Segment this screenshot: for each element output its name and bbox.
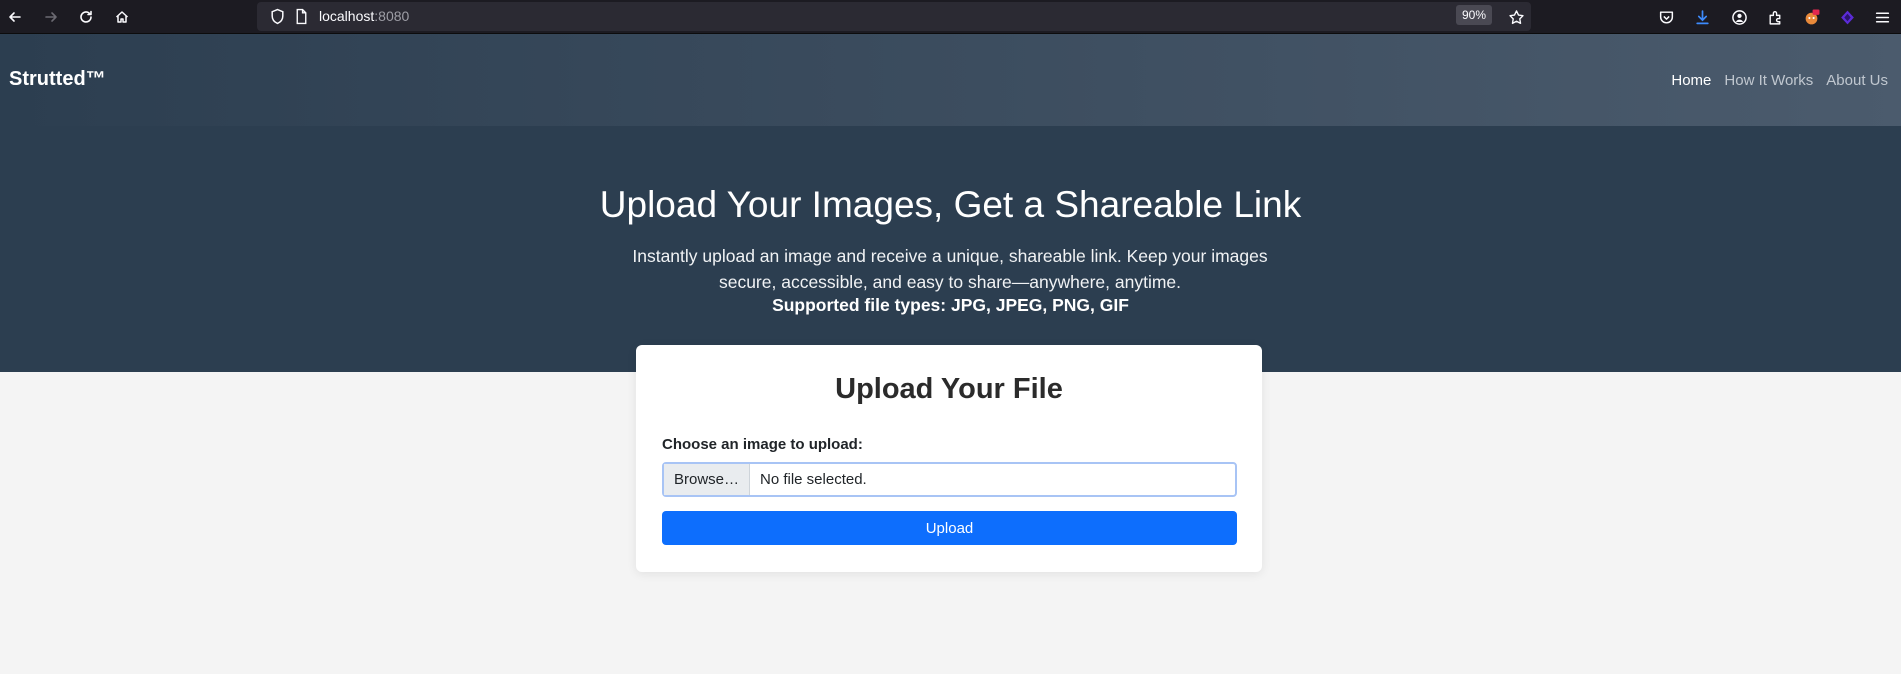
home-icon[interactable]	[110, 5, 134, 29]
url-bar[interactable]: localhost:8080	[257, 2, 1531, 31]
bookmark-star-icon[interactable]	[1504, 5, 1528, 29]
hero-title: Upload Your Images, Get a Shareable Link	[599, 184, 1302, 225]
nav-link-how-it-works[interactable]: How It Works	[1724, 72, 1813, 89]
pocket-icon[interactable]	[1654, 5, 1678, 29]
foxyproxy-extension-icon[interactable]	[1799, 5, 1823, 29]
extensions-icon[interactable]	[1763, 5, 1787, 29]
url-host: localhost	[319, 8, 375, 24]
menu-icon[interactable]	[1870, 5, 1894, 29]
url-port: :8080	[374, 8, 410, 24]
upload-card-title: Upload Your File	[835, 373, 1063, 405]
reload-icon[interactable]	[74, 5, 98, 29]
shield-icon[interactable]	[265, 4, 289, 28]
forward-icon[interactable]	[39, 5, 63, 29]
page-icon	[289, 4, 313, 28]
file-input-label: Choose an image to upload:	[662, 436, 863, 453]
browser-toolbar: localhost:8080 90%	[0, 0, 1901, 34]
extension-diamond-icon[interactable]	[1835, 5, 1859, 29]
hero-description: Instantly upload an image and receive a …	[632, 246, 1268, 292]
url-text[interactable]: localhost:8080	[319, 8, 409, 24]
hero-section: Upload Your Images, Get a Shareable Link…	[0, 126, 1901, 372]
upload-card: Upload Your File Choose an image to uplo…	[636, 345, 1262, 572]
nav-link-about-us[interactable]: About Us	[1826, 72, 1888, 89]
zoom-level-badge[interactable]: 90%	[1456, 5, 1493, 25]
supported-file-types: Supported file types: JPG, JPEG, PNG, GI…	[772, 295, 1129, 315]
browse-button[interactable]: Browse…	[664, 464, 750, 495]
site-navbar: Strutted™ Home How It Works About Us	[0, 34, 1901, 126]
back-icon[interactable]	[3, 5, 27, 29]
file-input[interactable]: Browse… No file selected.	[662, 462, 1237, 497]
nav-link-home[interactable]: Home	[1671, 72, 1711, 89]
brand-logo[interactable]: Strutted™	[9, 68, 106, 91]
page-content: Strutted™ Home How It Works About Us Upl…	[0, 34, 1901, 674]
account-icon[interactable]	[1727, 5, 1751, 29]
file-status-text: No file selected.	[760, 471, 867, 488]
download-icon[interactable]	[1690, 5, 1714, 29]
nav-links: Home How It Works About Us	[1671, 72, 1901, 89]
upload-button[interactable]: Upload	[662, 511, 1237, 545]
